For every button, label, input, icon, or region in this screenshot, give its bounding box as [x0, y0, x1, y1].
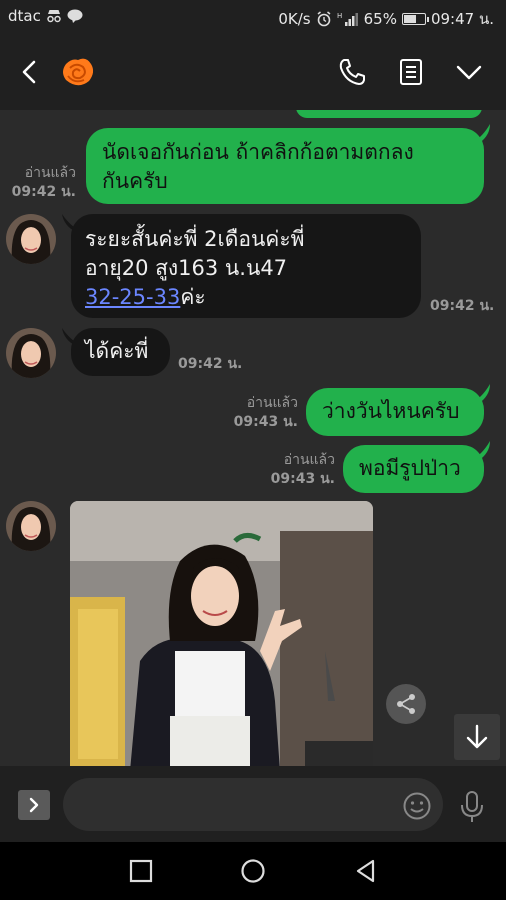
photo-image: [70, 501, 373, 766]
signal-icon: H: [337, 12, 358, 26]
expand-button[interactable]: [18, 790, 50, 820]
message-line: นัดเจอกันก่อน ถ้าคลิกก้อตามตกลง: [102, 140, 414, 164]
message-line: อายุ20 สูง163 น.น47: [85, 256, 288, 280]
rose-icon[interactable]: [58, 54, 96, 90]
message-bubble-incoming[interactable]: ได้ค่ะพี่: [71, 328, 170, 376]
message-time: 09:42 น.: [178, 356, 243, 372]
status-bar: dtac 0K/s H 65% 09:47 น.: [0, 0, 506, 34]
avatar[interactable]: [6, 328, 56, 378]
network-speed: 0K/s: [278, 10, 311, 28]
carrier-name: dtac: [8, 7, 41, 25]
chevron-down-icon[interactable]: [453, 56, 485, 88]
share-button[interactable]: [386, 684, 426, 724]
message-bubble-partial[interactable]: [296, 110, 482, 118]
read-receipt: อ่านแล้ว: [283, 452, 335, 468]
message-text: ค่ะ: [180, 285, 206, 309]
message-time: 09:43 น.: [270, 471, 335, 487]
recent-apps-icon[interactable]: [127, 857, 155, 885]
message-time: 09:42 น.: [430, 298, 495, 314]
message-bubble-incoming[interactable]: ระยะสั้นค่ะพี่ 2เดือนค่ะพี่ อายุ20 สูง16…: [71, 214, 421, 318]
scroll-to-bottom-button[interactable]: [454, 714, 500, 760]
message-bubble-outgoing[interactable]: ว่างวันไหนครับ: [306, 388, 484, 436]
avatar-photo: [6, 214, 56, 264]
microphone-icon[interactable]: [459, 790, 485, 824]
emoji-icon[interactable]: [402, 791, 432, 821]
message-input-bar: [0, 766, 506, 842]
message-text: ได้ค่ะพี่: [85, 339, 149, 363]
share-icon: [397, 694, 415, 714]
message-input[interactable]: [63, 778, 443, 831]
message-text: ว่างวันไหนครับ: [322, 399, 460, 423]
message-meta: อ่านแล้ว 09:42 น.: [0, 164, 76, 202]
message-text: พอมีรูปป่าว: [359, 456, 461, 480]
read-receipt: อ่านแล้ว: [24, 165, 76, 181]
read-receipt: อ่านแล้ว: [246, 395, 298, 411]
battery-percent: 65%: [363, 10, 397, 28]
battery-icon: [401, 13, 429, 25]
incognito-icon: [47, 10, 61, 23]
back-arrow-icon[interactable]: [16, 54, 46, 90]
avatar[interactable]: [6, 214, 56, 264]
clock: 09:47 น.: [430, 10, 494, 28]
message-bubble-outgoing[interactable]: นัดเจอกันก่อน ถ้าคลิกก้อตามตกลง กันครับ: [86, 128, 484, 204]
message-link[interactable]: 32-25-33: [85, 285, 180, 309]
expand-icon: [29, 797, 39, 813]
message-bubble-outgoing[interactable]: พอมีรูปป่าว: [343, 445, 484, 493]
system-nav-bar: [0, 842, 506, 900]
avatar[interactable]: [6, 501, 56, 551]
avatar-photo: [6, 328, 56, 378]
message-meta: อ่านแล้ว 09:43 น.: [255, 451, 335, 489]
message-time: 09:42 น.: [11, 184, 76, 200]
photo-message[interactable]: [70, 501, 373, 766]
message-line: กันครับ: [102, 169, 168, 193]
line-app-icon: [67, 9, 83, 23]
bubble-tail: [470, 124, 490, 144]
bubble-tail: [470, 441, 490, 461]
home-icon[interactable]: [239, 857, 267, 885]
svg-text:H: H: [337, 12, 342, 20]
notes-icon[interactable]: [395, 56, 427, 88]
alarm-icon: [317, 11, 331, 27]
bubble-tail: [470, 384, 490, 404]
avatar-photo: [6, 501, 56, 551]
message-meta: อ่านแล้ว 09:43 น.: [218, 394, 298, 432]
chat-area[interactable]: อ่านแล้ว 09:42 น. นัดเจอกันก่อน ถ้าคลิกก…: [0, 110, 506, 766]
phone-icon[interactable]: [336, 56, 368, 88]
arrow-down-icon: [466, 724, 488, 749]
message-time: 09:43 น.: [233, 414, 298, 430]
message-line: ระยะสั้นค่ะพี่ 2เดือนค่ะพี่: [85, 227, 305, 251]
chat-header: [0, 34, 506, 110]
message-line: 32-25-33ค่ะ: [85, 283, 407, 312]
back-icon[interactable]: [352, 857, 380, 885]
